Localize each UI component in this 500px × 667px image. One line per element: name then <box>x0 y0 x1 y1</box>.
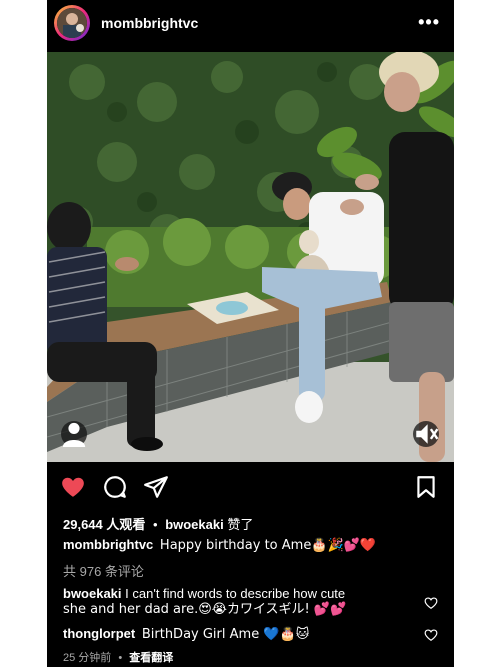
liker-username[interactable]: bwoekaki <box>165 517 224 532</box>
comment-text-line1: I can't find words to describe how cute <box>125 586 346 601</box>
heart-filled-icon <box>62 477 84 497</box>
see-translation-link[interactable]: 查看翻译 <box>129 652 173 664</box>
heart-outline-icon <box>424 597 438 609</box>
mute-button[interactable] <box>413 421 439 447</box>
more-options-icon[interactable]: ••• <box>418 12 440 32</box>
share-button[interactable] <box>143 474 169 500</box>
instagram-post: mombbrightvc ••• 29,644 人观看 • bwoekaki 赞… <box>47 0 454 667</box>
paper-plane-icon <box>144 476 168 498</box>
views-row: 29,644 人观看 • bwoekaki 赞了 <box>63 514 253 533</box>
heart-outline-icon <box>424 629 438 641</box>
caption-username[interactable]: mombbrightvc <box>63 537 153 552</box>
user-tag-button[interactable] <box>61 421 87 447</box>
save-button[interactable] <box>413 474 439 500</box>
caption: mombbrightvc Happy birthday to Ame🎂🎉💕❤️ <box>63 537 376 553</box>
comment-button[interactable] <box>102 474 128 500</box>
liked-suffix: 赞了 <box>227 517 254 532</box>
bookmark-icon <box>417 476 435 498</box>
post-header: mombbrightvc ••• <box>47 0 454 50</box>
avatar-image <box>57 8 87 38</box>
like-button[interactable] <box>60 474 86 500</box>
post-photo[interactable] <box>47 52 454 462</box>
person-icon <box>62 422 86 447</box>
post-footer: 25 分钟前 • 查看翻译 <box>63 649 173 665</box>
comment-item: thonglorpet BirthDay Girl Ame 💙🎂🐱 <box>63 626 309 642</box>
comment-text: BirthDay Girl Ame 💙🎂🐱 <box>141 627 310 642</box>
comment-like-button[interactable] <box>424 596 438 610</box>
comment-like-button[interactable] <box>424 628 438 642</box>
post-time: 25 分钟前 <box>63 652 112 664</box>
comment-icon <box>104 476 126 498</box>
views-count[interactable]: 29,644 人观看 <box>63 517 145 532</box>
view-all-comments-link[interactable]: 共 976 条评论 <box>63 561 144 580</box>
action-bar <box>47 468 454 508</box>
avatar[interactable] <box>54 5 90 41</box>
views-separator: • <box>153 517 158 532</box>
footer-separator: • <box>118 652 123 664</box>
comment-text-line2: she and her dad are.😍😭カワイスギル! 💕💕 <box>63 602 347 617</box>
speaker-muted-icon <box>416 424 439 444</box>
caption-text: Happy birthday to Ame🎂🎉💕❤️ <box>159 538 377 553</box>
comment-item: bwoekaki I can't find words to describe … <box>63 586 413 618</box>
comment-username[interactable]: thonglorpet <box>63 626 135 641</box>
post-username[interactable]: mombbrightvc <box>101 15 198 31</box>
comment-username[interactable]: bwoekaki <box>63 586 122 601</box>
